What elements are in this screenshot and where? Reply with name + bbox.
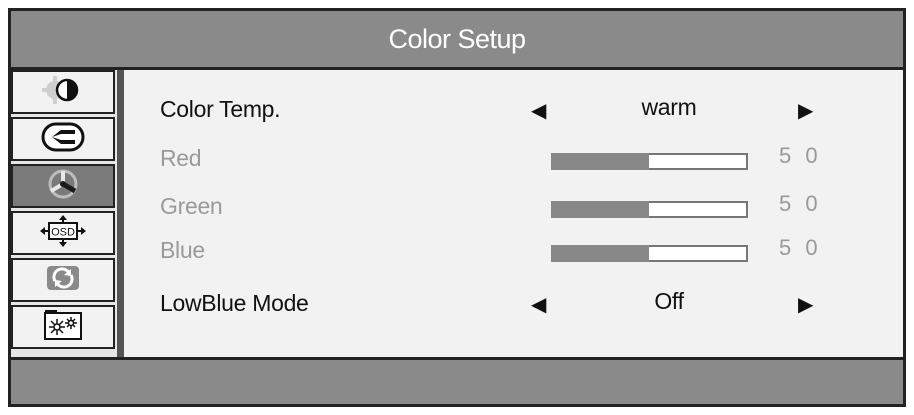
red-slider[interactable] [551,153,748,170]
green-label: Green [160,193,223,219]
green-row[interactable]: Green 5 0 [124,187,903,227]
osd-position-icon: OSD [31,214,95,253]
color-temp-row[interactable]: Color Temp. ◀ warm ▶ [124,90,903,130]
lowblue-right-arrow-icon[interactable]: ▶ [798,292,813,317]
blue-label: Blue [160,237,205,263]
misc-settings-icon [33,308,93,347]
display-input-icon [33,120,93,159]
blue-value: 5 0 [779,235,822,260]
menu-title: Color Setup [11,11,903,67]
tab-color-setup[interactable] [11,164,115,208]
lowblue-mode-value: Off [654,288,684,314]
sidebar-divider [117,70,124,357]
red-row[interactable]: Red 5 0 [124,139,903,179]
blue-row[interactable]: Blue 5 0 [124,231,903,271]
sidebar: OSD [11,70,118,357]
color-temp-right-arrow-icon[interactable]: ▶ [798,98,813,123]
green-slider-fill [551,201,649,218]
blue-slider[interactable] [551,245,748,262]
tab-misc-settings[interactable] [11,305,115,349]
green-value: 5 0 [779,191,822,216]
tab-brightness-contrast[interactable] [11,70,115,114]
tab-reset[interactable] [11,258,115,302]
settings-panel: Color Temp. ◀ warm ▶ Red 5 0 Green 5 0 B… [124,70,903,357]
tab-display-input[interactable] [11,117,115,161]
lowblue-mode-row[interactable]: LowBlue Mode ◀ Off ▶ [124,284,903,324]
red-slider-fill [551,153,649,170]
osd-icon-text: OSD [51,226,75,238]
color-setup-icon [33,167,93,206]
blue-slider-fill [551,245,649,262]
tab-osd-position[interactable]: OSD [11,211,115,255]
color-temp-label: Color Temp. [160,96,281,122]
color-temp-left-arrow-icon[interactable]: ◀ [531,98,546,123]
color-temp-value: warm [641,94,697,120]
red-value: 5 0 [779,143,822,168]
red-label: Red [160,145,202,171]
reset-icon [33,261,93,300]
green-slider[interactable] [551,201,748,218]
lowblue-left-arrow-icon[interactable]: ◀ [531,292,546,317]
brightness-contrast-icon [33,73,93,112]
status-bar [11,360,903,404]
lowblue-mode-label: LowBlue Mode [160,290,309,316]
osd-menu-window: Color Setup OSD Color Temp. ◀ warm ▶ Red… [8,8,906,407]
